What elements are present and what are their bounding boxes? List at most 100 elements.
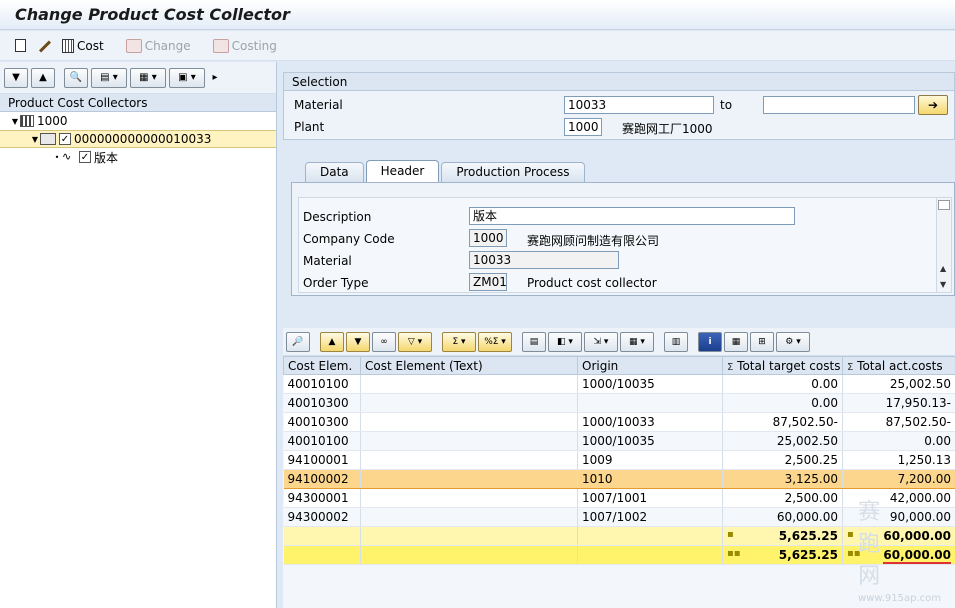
find-button[interactable]: 🔍 — [64, 67, 88, 88]
cell-cost-elem[interactable]: 40010100 — [283, 374, 361, 394]
plant-input[interactable]: 1000 — [564, 118, 602, 136]
table-row[interactable]: 40010100 1000/10035 0.00 25,002.50 — [283, 374, 955, 394]
cell-target[interactable]: 0.00 — [722, 374, 843, 394]
tab-header[interactable]: Header — [365, 160, 440, 182]
cell-cost-elem-text[interactable] — [360, 450, 578, 470]
cell-cost-elem[interactable]: 94100002 — [283, 469, 361, 489]
table-row[interactable]: 40010300 1000/10033 87,502.50- 87,502.50… — [283, 412, 955, 432]
cell-origin[interactable]: 1000/10033 — [577, 412, 723, 432]
col-cost-elem-text[interactable]: Cost Element (Text) — [360, 356, 578, 375]
cell-actual[interactable]: 17,950.13- — [842, 393, 955, 413]
cell-actual[interactable]: 7,200.00 — [842, 469, 955, 489]
graphic-button[interactable]: ▥ — [664, 331, 688, 352]
expand-toggle-icon[interactable]: ▼ — [30, 135, 40, 144]
table-row[interactable]: 94100001 1009 2,500.25 1,250.13 — [283, 450, 955, 470]
table-row[interactable]: 94300001 1007/1001 2,500.00 42,000.00 — [283, 488, 955, 508]
scroll-thumb[interactable] — [938, 200, 950, 210]
more-button[interactable]: ▸ — [208, 68, 222, 88]
table-row[interactable]: 40010100 1000/10035 25,002.50 0.00 — [283, 431, 955, 451]
layout-select-button[interactable]: ▦ ▾ — [620, 331, 654, 352]
cell-origin[interactable]: 1000/10035 — [577, 374, 723, 394]
cost-button[interactable]: Cost — [59, 35, 107, 57]
cell-cost-elem-text[interactable] — [360, 412, 578, 432]
expand-toggle-icon[interactable]: ▼ — [10, 117, 20, 126]
change-button[interactable]: Change — [123, 35, 194, 57]
abc-button[interactable]: ▦ — [724, 331, 748, 352]
cell-target[interactable]: 60,000.00 — [722, 507, 843, 527]
material-to-input[interactable] — [763, 96, 915, 114]
cell-target[interactable]: 25,002.50 — [722, 431, 843, 451]
create-button[interactable] — [12, 35, 29, 57]
expand-all-button[interactable]: ▼ — [4, 67, 28, 88]
details-button[interactable]: 🔎 — [286, 331, 310, 352]
cell-target[interactable]: 3,125.00 — [722, 469, 843, 489]
costing-button[interactable]: Costing — [210, 35, 280, 57]
execute-button[interactable]: ➔ — [918, 95, 948, 115]
cell-cost-elem[interactable]: 40010300 — [283, 412, 361, 432]
cell-origin[interactable]: 1007/1001 — [577, 488, 723, 508]
scroll-down-icon[interactable]: ▼ — [940, 280, 946, 289]
display-change-button[interactable] — [33, 35, 55, 57]
tab-data[interactable]: Data — [305, 162, 364, 182]
cell-target[interactable]: 0.00 — [722, 393, 843, 413]
filter-button[interactable]: ▽ ▾ — [398, 331, 432, 352]
col-cost-elem[interactable]: Cost Elem. — [283, 356, 361, 375]
sort-desc-button[interactable]: ▼ — [346, 331, 370, 352]
cell-cost-elem-text[interactable] — [360, 431, 578, 451]
cell-actual[interactable]: 1,250.13 — [842, 450, 955, 470]
grid-print-button[interactable]: ▤ — [522, 331, 546, 352]
cell-actual[interactable]: 87,502.50- — [842, 412, 955, 432]
tree-node-version[interactable]: • ∿ ✓ 版本 — [0, 148, 276, 166]
layout-button[interactable]: ▦ ▾ — [130, 67, 166, 88]
structure-button[interactable]: ⊞ — [750, 331, 774, 352]
sort-asc-button[interactable]: ▲ — [320, 331, 344, 352]
tab-production-process[interactable]: Production Process — [441, 162, 585, 182]
version-checkbox[interactable]: ✓ — [79, 151, 91, 163]
views-button[interactable]: ◧ ▾ — [548, 331, 582, 352]
grid-export-button[interactable]: ⇲ ▾ — [584, 331, 618, 352]
tree-node-collector[interactable]: ▼ ✓ 000000000000010033 — [0, 130, 276, 148]
cell-target[interactable]: 2,500.25 — [722, 450, 843, 470]
cell-origin[interactable] — [577, 393, 723, 413]
col-total-actual[interactable]: Σ Total act.costs — [842, 356, 955, 375]
cell-origin[interactable]: 1009 — [577, 450, 723, 470]
table-row-selected[interactable]: 94100002 1010 3,125.00 7,200.00 — [283, 469, 955, 489]
cell-target[interactable]: 87,502.50- — [722, 412, 843, 432]
header-scrollbar[interactable]: ▲ ▼ — [936, 197, 952, 293]
tree-node-plant[interactable]: ▼ 1000 — [0, 112, 276, 130]
total-row[interactable]: ▪▪ 5,625.25 ▪▪ 60,000.00 — [283, 545, 955, 565]
cell-cost-elem-text[interactable] — [360, 469, 578, 489]
total-target-cell[interactable]: ▪▪ 5,625.25 — [722, 545, 843, 565]
description-input[interactable]: 版本 — [469, 207, 795, 225]
subtotal-button[interactable]: %Σ ▾ — [478, 331, 512, 352]
grid-find-button[interactable]: ∞ — [372, 331, 396, 352]
collapse-all-button[interactable]: ▲ — [31, 67, 55, 88]
collector-checkbox[interactable]: ✓ — [59, 133, 71, 145]
cell-cost-elem[interactable]: 40010100 — [283, 431, 361, 451]
cell-origin[interactable]: 1007/1002 — [577, 507, 723, 527]
table-row[interactable]: 40010300 0.00 17,950.13- — [283, 393, 955, 413]
cell-cost-elem-text[interactable] — [360, 374, 578, 394]
cell-actual[interactable]: 0.00 — [842, 431, 955, 451]
print-button[interactable]: ▤ ▾ — [91, 67, 127, 88]
col-origin[interactable]: Origin — [577, 356, 723, 375]
cell-origin[interactable]: 1000/10035 — [577, 431, 723, 451]
subtotal-row[interactable]: ▪ 5,625.25 ▪ 60,000.00 — [283, 526, 955, 546]
material-from-input[interactable]: 10033 — [564, 96, 714, 114]
cell-target[interactable]: 2,500.00 — [722, 488, 843, 508]
cell-cost-elem[interactable]: 94100001 — [283, 450, 361, 470]
settings-button[interactable]: ⚙ ▾ — [776, 331, 810, 352]
cell-origin[interactable]: 1010 — [577, 469, 723, 489]
table-row[interactable]: 94300002 1007/1002 60,000.00 90,000.00 — [283, 507, 955, 527]
sum-button[interactable]: Σ ▾ — [442, 331, 476, 352]
scroll-up-icon[interactable]: ▲ — [940, 264, 946, 273]
cell-cost-elem[interactable]: 94300002 — [283, 507, 361, 527]
info-button[interactable]: i — [698, 331, 722, 352]
cell-cost-elem-text[interactable] — [360, 488, 578, 508]
subtotal-target-cell[interactable]: ▪ 5,625.25 — [722, 526, 843, 546]
export-button[interactable]: ▣ ▾ — [169, 67, 205, 88]
cell-cost-elem-text[interactable] — [360, 393, 578, 413]
col-total-target[interactable]: Σ Total target costs — [722, 356, 843, 375]
cell-cost-elem[interactable]: 40010300 — [283, 393, 361, 413]
cell-cost-elem[interactable]: 94300001 — [283, 488, 361, 508]
